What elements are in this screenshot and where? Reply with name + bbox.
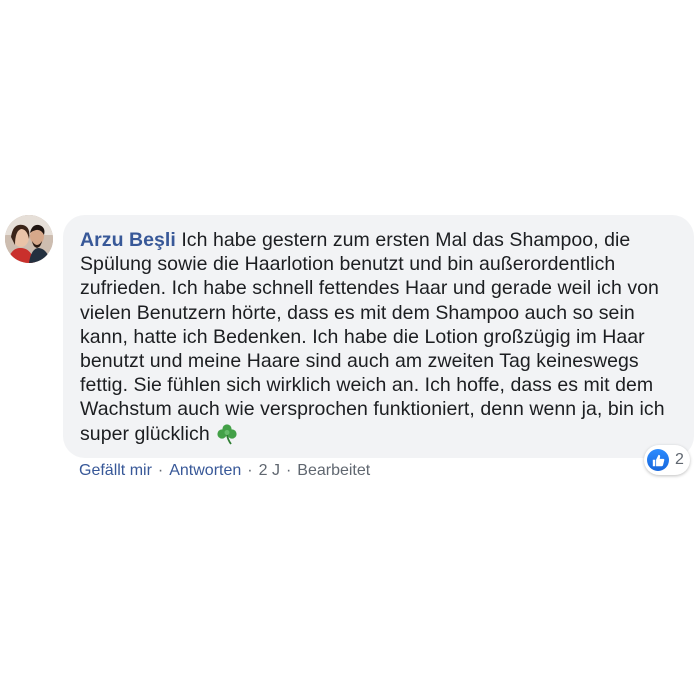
clover-icon xyxy=(216,423,238,451)
timestamp[interactable]: 2 J xyxy=(259,462,280,479)
comment-body: Arzu Beşli Ich habe gestern zum ersten M… xyxy=(80,228,680,451)
reaction-count: 2 xyxy=(675,451,684,468)
comment-actions: Gefällt mir · Antworten · 2 J · Bearbeitet xyxy=(79,462,370,480)
edited-label[interactable]: Bearbeitet xyxy=(297,462,370,479)
avatar-photo xyxy=(5,215,53,263)
author-name[interactable]: Arzu Beşli xyxy=(80,229,176,251)
comment: Arzu Beşli Ich habe gestern zum ersten M… xyxy=(0,0,700,700)
comment-bubble: Arzu Beşli Ich habe gestern zum ersten M… xyxy=(63,215,694,458)
avatar[interactable] xyxy=(5,215,53,263)
comment-text: Ich habe gestern zum ersten Mal das Sham… xyxy=(80,229,665,445)
reaction-summary[interactable]: 2 xyxy=(644,445,690,475)
separator: · xyxy=(247,462,253,479)
separator: · xyxy=(157,462,164,479)
reply-link[interactable]: Antworten xyxy=(169,462,241,479)
like-link[interactable]: Gefällt mir xyxy=(79,462,152,479)
like-icon xyxy=(647,449,669,471)
separator: · xyxy=(285,462,292,479)
